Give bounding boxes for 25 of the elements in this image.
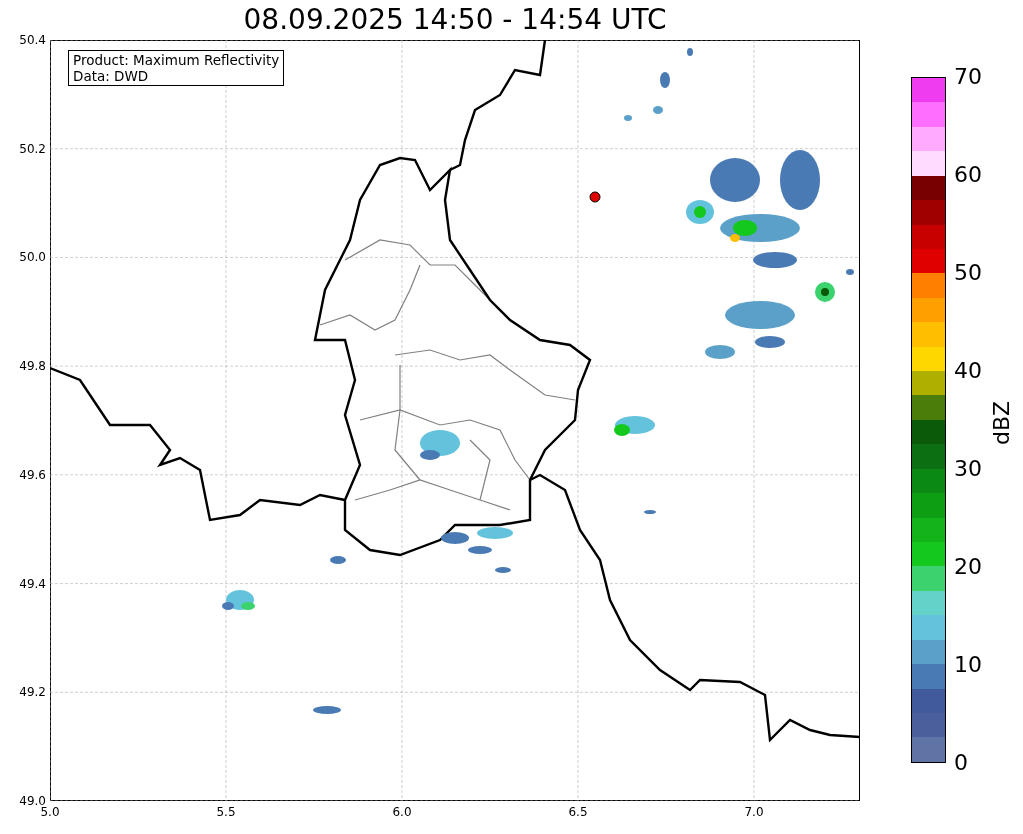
axis-tick-label: 5.0 — [39, 805, 61, 819]
colorbar-tick-label: 0 — [954, 750, 968, 776]
colorbar-tick-label: 70 — [954, 64, 982, 90]
axis-tick-label: 6.0 — [391, 805, 413, 819]
colorbar-tick-label: 20 — [954, 554, 982, 580]
axis-tick-label: 49.0 — [18, 794, 46, 808]
colorbar-tick-label: 40 — [954, 358, 982, 384]
axis-tick-label: 6.5 — [567, 805, 589, 819]
axis-tick-label: 5.5 — [215, 805, 237, 819]
axis-tick-label: 49.4 — [18, 576, 46, 591]
axis-tick-label: 7.0 — [743, 805, 765, 819]
axis-tick-label: 49.6 — [18, 467, 46, 482]
colorbar-tick-label: 10 — [954, 652, 982, 678]
axis-tick-label: 50.4 — [18, 33, 46, 47]
chart-title: 08.09.2025 14:50 - 14:54 UTC — [243, 2, 667, 38]
axis-tick-label: 49.2 — [18, 685, 46, 700]
colorbar-tick-label: 50 — [954, 260, 982, 286]
axis-tick-label: 50.0 — [18, 250, 46, 265]
colorbar-label: dBZ — [989, 400, 1015, 446]
axis-tick-label: 49.8 — [18, 359, 46, 374]
colorbar-tick-label: 60 — [954, 162, 982, 188]
legend-text: Product: Maximum Reflectivity — [73, 52, 280, 68]
colorbar-tick-label: 30 — [954, 456, 982, 482]
axis-tick-label: 50.2 — [18, 141, 46, 156]
legend-text: Data: DWD — [73, 68, 150, 84]
